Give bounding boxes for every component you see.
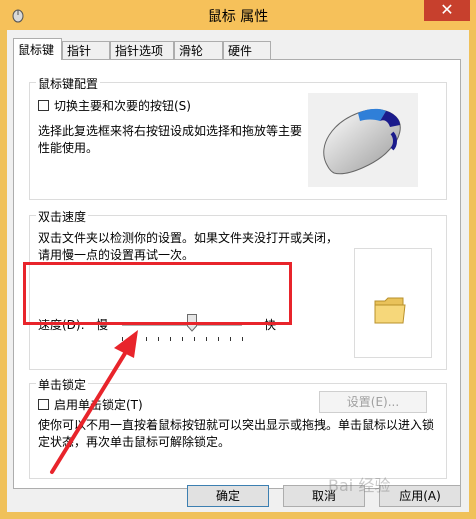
tick bbox=[206, 337, 207, 341]
double-click-title: 双击速度 bbox=[36, 208, 89, 225]
tick bbox=[158, 337, 159, 341]
mouse-preview-image bbox=[308, 93, 418, 187]
mouse-properties-window: 鼠标 属性 ✕ 鼠标键 指针 指针选项 滑轮 硬件 鼠标键配置 切换主要和次要的… bbox=[0, 0, 476, 519]
button-config-title: 鼠标键配置 bbox=[36, 75, 101, 92]
tick bbox=[218, 337, 219, 341]
tab-buttons[interactable]: 鼠标键 bbox=[13, 38, 62, 60]
tick bbox=[194, 337, 195, 341]
title-bar[interactable]: 鼠标 属性 ✕ bbox=[0, 0, 476, 30]
folder-icon[interactable] bbox=[373, 295, 407, 330]
tab-pointers[interactable]: 指针 bbox=[62, 41, 110, 59]
test-folder-area[interactable] bbox=[354, 248, 432, 358]
double-click-description: 双击文件夹以检测你的设置。如果文件夹没打开或关闭，请用慢一点的设置再试一次。 bbox=[38, 231, 339, 262]
tick bbox=[170, 337, 171, 341]
tick bbox=[182, 337, 183, 341]
close-button[interactable]: ✕ bbox=[424, 0, 470, 21]
annotation-arrow bbox=[50, 330, 138, 474]
tick bbox=[242, 337, 243, 341]
switch-buttons-checkbox[interactable] bbox=[38, 100, 49, 111]
watermark: Bai 经验 bbox=[328, 476, 391, 495]
tab-pointer-options[interactable]: 指针选项 bbox=[110, 41, 174, 59]
click-lock-settings-button[interactable]: 设置(E)... bbox=[319, 391, 427, 413]
tab-hardware[interactable]: 硬件 bbox=[223, 41, 271, 59]
tick bbox=[230, 337, 231, 341]
button-config-description: 选择此复选框来将右按钮设成如选择和拖放等主要性能使用。 bbox=[38, 124, 303, 155]
highlight-rectangle bbox=[23, 262, 292, 325]
window-title: 鼠标 属性 bbox=[207, 9, 269, 25]
switch-buttons-label[interactable]: 切换主要和次要的按钮(S) bbox=[54, 97, 191, 114]
ok-button[interactable]: 确定 bbox=[187, 485, 269, 507]
tab-wheel[interactable]: 滑轮 bbox=[174, 41, 223, 59]
